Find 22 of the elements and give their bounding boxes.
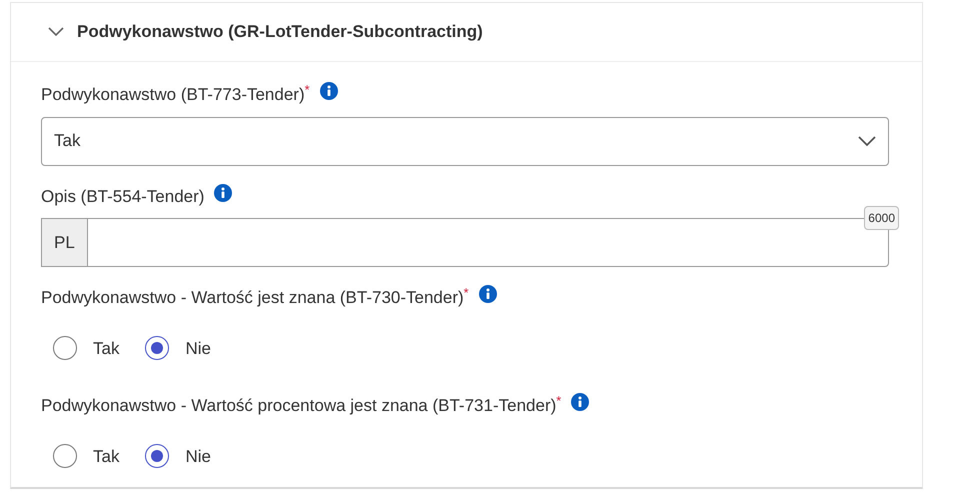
field-label: Podwykonawstwo - Wartość jest znana (BT-730-Tender)$^{*}$ <box>41 285 469 309</box>
info-icon[interactable] <box>571 393 590 411</box>
radio-label[interactable]: Nie <box>185 444 211 469</box>
field-label: Podwykonawstwo (BT-773-Tender)$^{*}$ <box>41 82 310 106</box>
language-tag: PL <box>41 218 88 267</box>
dropdown[interactable]: Tak <box>41 116 889 166</box>
info-icon[interactable] <box>320 82 338 100</box>
section-title: Podwykonawstwo (GR-LotTender-Subcontracting) <box>77 21 483 44</box>
radio-button[interactable] <box>53 336 77 360</box>
radio-label[interactable]: Tak <box>93 444 120 469</box>
info-icon[interactable] <box>478 285 497 303</box>
info-icon[interactable] <box>214 184 232 202</box>
field-label: Podwykonawstwo - Wartość procentowa jest znana (BT-731-Tender)$^{*}$ <box>41 393 562 417</box>
caret-icon <box>858 135 876 147</box>
field-label: Opis (BT-554-Tender) <box>41 186 204 208</box>
radio-button[interactable] <box>145 336 170 360</box>
radio-label[interactable]: Tak <box>93 336 120 361</box>
radio-button[interactable] <box>145 444 170 468</box>
section-header[interactable]: Podwykonawstwo (GR-LotTender-Subcontracting) <box>11 3 922 62</box>
character-counter: 6000 <box>864 206 899 230</box>
radio-button[interactable] <box>53 444 77 468</box>
radio-label[interactable]: Nie <box>185 336 211 361</box>
